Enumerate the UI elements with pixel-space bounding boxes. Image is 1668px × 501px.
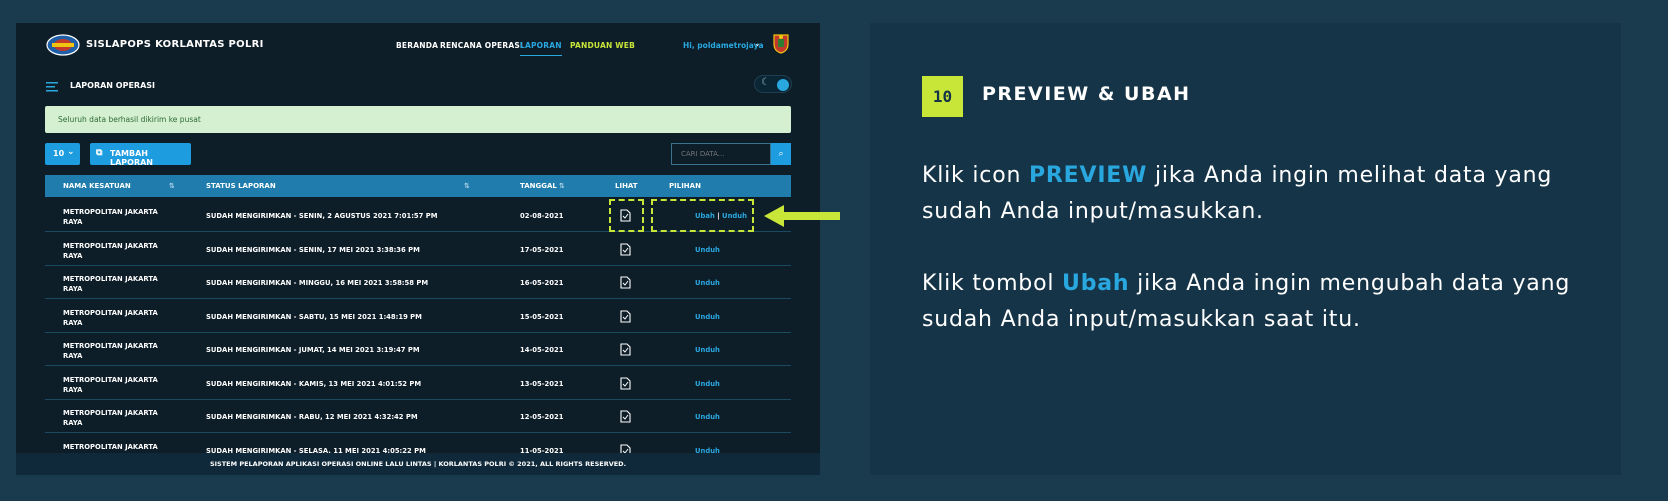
- col-tanggal[interactable]: TANGGAL: [520, 182, 557, 190]
- download-link[interactable]: Unduh: [695, 246, 720, 254]
- unit-name: METROPOLITAN JAKARTA RAYA: [63, 208, 158, 226]
- report-status: SUDAH MENGIRIMKAN - RABU, 12 MEI 2021 4:…: [206, 413, 418, 421]
- row-options: Unduh: [695, 413, 720, 421]
- alert-text: Seluruh data berhasil dikirim ke pusat: [58, 115, 201, 124]
- app-window: SISLAPOPS KORLANTAS POLRI BERANDA RENCAN…: [16, 23, 820, 475]
- table-row: METROPOLITAN JAKARTA RAYA SUDAH MENGIRIMK…: [45, 266, 791, 299]
- nav-beranda[interactable]: BERANDA: [396, 41, 438, 50]
- per-page-value: 10: [53, 149, 65, 158]
- preview-icon[interactable]: [620, 309, 631, 323]
- download-link[interactable]: Unduh: [695, 313, 720, 321]
- col-lihat: LIHAT: [615, 182, 638, 190]
- row-options: Unduh: [695, 246, 720, 254]
- chevron-down-icon: ⌄: [67, 147, 75, 157]
- table-header: NAMA KESATUAN ⇅ STATUS LAPORAN ⇅ TANGGAL…: [45, 175, 791, 197]
- table-row: METROPOLITAN JAKARTA RAYA SUDAH MENGIRIMK…: [45, 367, 791, 400]
- per-page-select[interactable]: 10 ⌄: [45, 143, 80, 165]
- instruction-preview: Klik icon PREVIEW jika Anda ingin meliha…: [922, 158, 1602, 230]
- download-link[interactable]: Unduh: [695, 346, 720, 354]
- unit-name: METROPOLITAN JAKARTA RAYA: [63, 241, 158, 260]
- p2-keyword: Ubah: [1062, 271, 1130, 296]
- report-date: 12-05-2021: [520, 413, 564, 421]
- report-date: 13-05-2021: [520, 379, 564, 388]
- nav-rencana-operasi[interactable]: RENCANA OPERASI: [440, 41, 523, 50]
- instruction-edit: Klik tombol Ubah jika Anda ingin menguba…: [922, 266, 1602, 338]
- theme-toggle[interactable]: ☾: [754, 75, 792, 93]
- table-row: METROPOLITAN JAKARTA RAYA SUDAH MENGIRIMK…: [45, 400, 791, 433]
- row-options: Unduh: [695, 380, 720, 388]
- row-options: Unduh: [695, 279, 720, 287]
- p1-text: Klik icon: [922, 163, 1029, 188]
- preview-highlight: [609, 199, 644, 232]
- police-badge-icon: [773, 34, 789, 54]
- preview-icon[interactable]: [620, 376, 631, 390]
- moon-icon: ☾: [761, 77, 770, 88]
- unit-name: METROPOLITAN JAKARTA RAYA: [63, 375, 158, 394]
- user-menu[interactable]: Hi, poldametrojaya: [683, 41, 764, 50]
- korlantas-logo: [46, 34, 80, 56]
- step-number: 10: [922, 76, 963, 117]
- table-row: METROPOLITAN JAKARTA RAYA SUDAH MENGIRIMK…: [45, 300, 791, 333]
- download-link[interactable]: Unduh: [695, 380, 720, 388]
- table-row: METROPOLITAN JAKARTA RAYA SUDAH MENGIRIMK…: [45, 233, 791, 266]
- download-link[interactable]: Unduh: [695, 279, 720, 287]
- report-date: 16-05-2021: [520, 279, 564, 287]
- top-navbar: SISLAPOPS KORLANTAS POLRI BERANDA RENCAN…: [16, 23, 820, 67]
- footer-text: SISTEM PELAPORAN APLIKASI OPERASI ONLINE…: [16, 453, 820, 475]
- arrow-left-icon: [764, 205, 840, 227]
- add-report-label: TAMBAH LAPORAN: [110, 149, 153, 167]
- preview-icon[interactable]: [620, 242, 631, 256]
- options-highlight: [651, 199, 754, 232]
- report-status: SUDAH MENGIRIMKAN - KAMIS, 13 MEI 2021 4…: [206, 379, 422, 388]
- download-link[interactable]: Unduh: [695, 413, 720, 421]
- col-nama-kesatuan[interactable]: NAMA KESATUAN: [63, 182, 131, 190]
- unit-name: METROPOLITAN JAKARTA RAYA: [63, 275, 158, 293]
- add-report-button[interactable]: ⧉ TAMBAH LAPORAN: [90, 143, 191, 167]
- sidebar-menu-icon[interactable]: [46, 81, 60, 93]
- sort-icon[interactable]: ⇅: [559, 182, 565, 190]
- preview-icon[interactable]: [620, 343, 631, 356]
- nav-panduan-web[interactable]: PANDUAN WEB: [570, 41, 635, 50]
- step-title: PREVIEW & UBAH: [982, 83, 1191, 105]
- report-date: 02-08-2021: [520, 212, 564, 220]
- row-options: Unduh: [695, 313, 720, 321]
- report-status: SUDAH MENGIRIMKAN - JUMAT, 14 MEI 2021 3…: [206, 346, 420, 354]
- p2-text: Klik tombol: [922, 271, 1063, 296]
- brand-name: SISLAPOPS KORLANTAS POLRI: [86, 39, 264, 50]
- success-alert: Seluruh data berhasil dikirim ke pusat: [45, 106, 791, 133]
- sort-icon[interactable]: ⇅: [464, 182, 470, 190]
- unit-name: METROPOLITAN JAKARTA RAYA: [63, 342, 158, 360]
- report-date: 14-05-2021: [520, 346, 564, 354]
- report-date: 17-05-2021: [520, 245, 564, 254]
- report-date: 15-05-2021: [520, 312, 564, 321]
- preview-icon[interactable]: [620, 410, 631, 423]
- nav-laporan[interactable]: LAPORAN: [520, 41, 562, 56]
- toggle-knob: [777, 79, 789, 91]
- report-status: SUDAH MENGIRIMKAN - SENIN, 17 MEI 2021 3…: [206, 245, 420, 254]
- sort-icon[interactable]: ⇅: [169, 182, 175, 190]
- report-status: SUDAH MENGIRIMKAN - MINGGU, 16 MEI 2021 …: [206, 279, 429, 287]
- report-status: SUDAH MENGIRIMKAN - SABTU, 15 MEI 2021 1…: [206, 312, 422, 321]
- chevron-down-icon[interactable]: ⌄: [754, 39, 761, 48]
- unit-name: METROPOLITAN JAKARTA RAYA: [63, 409, 158, 427]
- unit-name: METROPOLITAN JAKARTA RAYA: [63, 308, 158, 327]
- col-pilihan: PILIHAN: [669, 182, 701, 190]
- page-title: LAPORAN OPERASI: [70, 81, 156, 90]
- preview-icon[interactable]: [620, 276, 631, 289]
- col-status-laporan[interactable]: STATUS LAPORAN: [206, 182, 276, 190]
- search-input[interactable]: [671, 143, 771, 165]
- search-icon[interactable]: ⌕: [771, 143, 791, 165]
- p1-keyword: PREVIEW: [1029, 163, 1148, 188]
- info-panel: 10 PREVIEW & UBAH Klik icon PREVIEW jika…: [870, 23, 1621, 475]
- report-status: SUDAH MENGIRIMKAN - SENIN, 2 AGUSTUS 202…: [206, 212, 438, 220]
- row-options: Unduh: [695, 346, 720, 354]
- add-document-icon: ⧉: [96, 148, 103, 158]
- table-row: METROPOLITAN JAKARTA RAYA SUDAH MENGIRIMK…: [45, 333, 791, 366]
